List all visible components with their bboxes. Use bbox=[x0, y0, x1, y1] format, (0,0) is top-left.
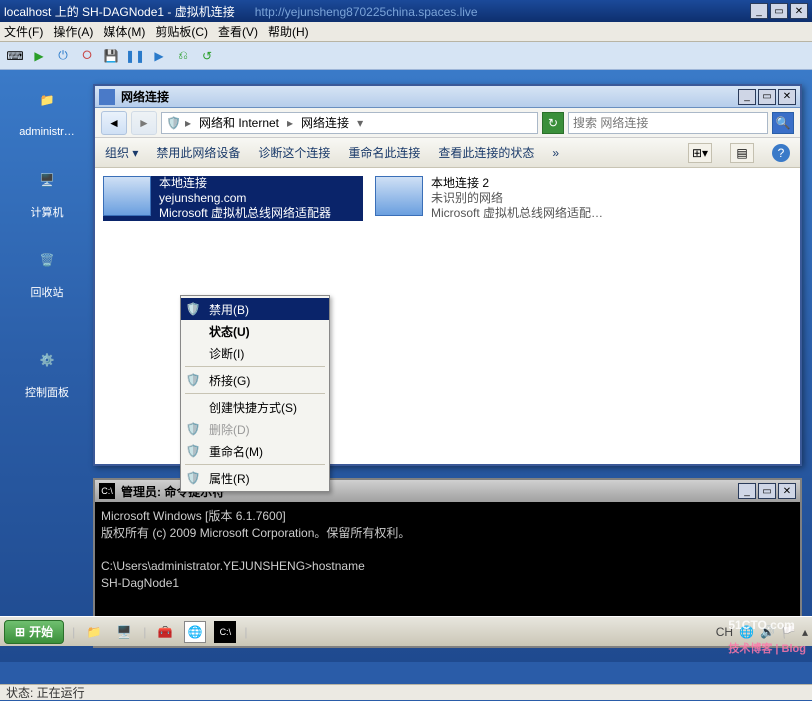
search-input[interactable]: 搜索 网络连接 bbox=[568, 112, 768, 134]
ctrl-alt-del-icon[interactable]: ⌨ bbox=[6, 47, 24, 65]
save-icon[interactable]: 💾 bbox=[102, 47, 120, 65]
vm-window-titlebar: localhost 上的 SH-DAGNode1 - 虚拟机连接 http://… bbox=[0, 0, 812, 22]
desktop-icon-controlpanel[interactable]: ⚙️ 控制面板 bbox=[12, 340, 82, 400]
netwin-minimize-button[interactable]: _ bbox=[738, 89, 756, 105]
task-cmd[interactable]: C:\ bbox=[214, 621, 236, 643]
vm-menubar: 文件(F) 操作(A) 媒体(M) 剪贴板(C) 查看(V) 帮助(H) bbox=[0, 22, 812, 42]
menu-media[interactable]: 媒体(M) bbox=[103, 23, 145, 40]
shield-icon: 🛡️ bbox=[185, 372, 201, 388]
cmdwin-maximize-button[interactable]: ▭ bbox=[758, 483, 776, 499]
reset-icon[interactable]: ▶ bbox=[150, 47, 168, 65]
menu-action[interactable]: 操作(A) bbox=[53, 23, 93, 40]
vm-statusbar: 状态: 正在运行 bbox=[0, 684, 812, 700]
ctx-properties[interactable]: 🛡️ 属性(R) bbox=[181, 467, 329, 489]
ctx-delete: 🛡️ 删除(D) bbox=[181, 418, 329, 440]
more-cmd[interactable]: » bbox=[552, 146, 559, 160]
menu-view[interactable]: 查看(V) bbox=[218, 23, 258, 40]
controlpanel-icon: ⚙️ bbox=[27, 340, 67, 380]
conn2-adapter: Microsoft 虚拟机总线网络适配… bbox=[431, 206, 603, 221]
desktop-icon-admin[interactable]: 📁 administr… bbox=[12, 80, 82, 138]
disable-device-cmd[interactable]: 禁用此网络设备 bbox=[156, 144, 240, 161]
ctx-bridge[interactable]: 🛡️ 桥接(G) bbox=[181, 369, 329, 391]
start-button[interactable]: ⊞ 开始 bbox=[4, 620, 64, 644]
ctx-status[interactable]: 状态(U) bbox=[181, 320, 329, 342]
watermark-url: http://yejunsheng870225china.spaces.live bbox=[255, 5, 478, 19]
address-bar: ◄ ► 🛡️ ▸ 网络和 Internet ▸ 网络连接 ▾ ↻ 搜索 网络连接… bbox=[95, 108, 800, 138]
organize-menu[interactable]: 组织 ▾ bbox=[105, 144, 138, 161]
ctx-shortcut[interactable]: 创建快捷方式(S) bbox=[181, 396, 329, 418]
cmd-icon: C:\ bbox=[99, 483, 115, 499]
guest-desktop: 📁 administr… 🖥️ 计算机 🗑️ 回收站 ⚙️ 控制面板 网络连接 … bbox=[0, 70, 812, 662]
ql-explorer[interactable]: 📁 bbox=[83, 621, 105, 643]
back-button[interactable]: ◄ bbox=[101, 111, 127, 135]
breadcrumb-leaf[interactable]: 网络连接 bbox=[297, 114, 353, 131]
command-bar: 组织 ▾ 禁用此网络设备 诊断这个连接 重命名此连接 查看此连接的状态 » ⊞▾… bbox=[95, 138, 800, 168]
watermark: 51CTO.com 技术博客 | Blog bbox=[728, 612, 806, 658]
menu-clipboard[interactable]: 剪贴板(C) bbox=[155, 23, 208, 40]
search-button[interactable]: 🔍 bbox=[772, 112, 794, 134]
conn1-adapter: Microsoft 虚拟机总线网络适配器 bbox=[159, 206, 331, 221]
help-icon[interactable]: ? bbox=[772, 144, 790, 162]
conn2-status: 未识别的网络 bbox=[431, 191, 603, 206]
connection-item-local1[interactable]: 本地连接 yejunsheng.com Microsoft 虚拟机总线网络适配器 bbox=[103, 176, 363, 221]
start-icon[interactable]: ▶ bbox=[30, 47, 48, 65]
shield-icon: 🛡️ bbox=[185, 470, 201, 486]
maximize-button[interactable]: ▭ bbox=[770, 3, 788, 19]
refresh-button[interactable]: ↻ bbox=[542, 112, 564, 134]
trash-icon: 🗑️ bbox=[27, 240, 67, 280]
connection-item-local2[interactable]: 本地连接 2 未识别的网络 Microsoft 虚拟机总线网络适配… bbox=[375, 176, 635, 221]
breadcrumb-root[interactable]: 网络和 Internet bbox=[195, 114, 283, 131]
snapshot-icon[interactable]: ⎌ bbox=[174, 47, 192, 65]
forward-button[interactable]: ► bbox=[131, 111, 157, 135]
ql-desktop[interactable]: 🖥️ bbox=[113, 621, 135, 643]
vm-toolbar: ⌨ ▶ ⏻ ⭘ 💾 ❚❚ ▶ ⎌ ↺ bbox=[0, 42, 812, 70]
ctx-rename[interactable]: 🛡️ 重命名(M) bbox=[181, 440, 329, 462]
desktop-icon-computer[interactable]: 🖥️ 计算机 bbox=[12, 160, 82, 220]
nic-icon bbox=[375, 176, 423, 216]
turnoff-icon[interactable]: ⏻ bbox=[54, 47, 72, 65]
nic-icon bbox=[103, 176, 151, 216]
conn2-name: 本地连接 2 bbox=[431, 176, 603, 191]
task-server-manager[interactable]: 🧰 bbox=[154, 621, 176, 643]
breadcrumb[interactable]: 🛡️ ▸ 网络和 Internet ▸ 网络连接 ▾ bbox=[161, 112, 538, 134]
networking-icon bbox=[99, 89, 115, 105]
conn1-domain: yejunsheng.com bbox=[159, 191, 331, 206]
connection-context-menu: 🛡️ 禁用(B) 状态(U) 诊断(I) 🛡️ 桥接(G) 创建快捷方式(S) … bbox=[180, 295, 330, 492]
conn1-name: 本地连接 bbox=[159, 176, 331, 191]
ctx-diagnose[interactable]: 诊断(I) bbox=[181, 342, 329, 364]
shield-icon: 🛡️ bbox=[185, 443, 201, 459]
cmdwin-minimize-button[interactable]: _ bbox=[738, 483, 756, 499]
taskbar: ⊞ 开始 | 📁 🖥️ | 🧰 🌐 C:\ | CH 🌐 🔊 🏳️ ▴ bbox=[0, 616, 812, 646]
desktop-icon-recycle[interactable]: 🗑️ 回收站 bbox=[12, 240, 82, 300]
ctx-disable[interactable]: 🛡️ 禁用(B) bbox=[181, 298, 329, 320]
preview-pane-button[interactable]: ▤ bbox=[730, 143, 754, 163]
shutdown-icon[interactable]: ⭘ bbox=[78, 47, 96, 65]
menu-file[interactable]: 文件(F) bbox=[4, 23, 43, 40]
menu-help[interactable]: 帮助(H) bbox=[268, 23, 309, 40]
rename-cmd[interactable]: 重命名此连接 bbox=[348, 144, 420, 161]
vm-title: localhost 上的 SH-DAGNode1 - 虚拟机连接 bbox=[4, 5, 235, 19]
task-network[interactable]: 🌐 bbox=[184, 621, 206, 643]
close-button[interactable]: ✕ bbox=[790, 3, 808, 19]
view-dropdown[interactable]: ⊞▾ bbox=[688, 143, 712, 163]
controlpanel-crumb-icon: 🛡️ bbox=[166, 116, 181, 130]
diagnose-cmd[interactable]: 诊断这个连接 bbox=[258, 144, 330, 161]
pause-icon[interactable]: ❚❚ bbox=[126, 47, 144, 65]
netwin-titlebar[interactable]: 网络连接 _ ▭ ✕ bbox=[95, 86, 800, 108]
shield-icon: 🛡️ bbox=[185, 301, 201, 317]
computer-icon: 🖥️ bbox=[27, 160, 67, 200]
netwin-maximize-button[interactable]: ▭ bbox=[758, 89, 776, 105]
netwin-close-button[interactable]: ✕ bbox=[778, 89, 796, 105]
shield-icon: 🛡️ bbox=[185, 421, 201, 437]
view-status-cmd[interactable]: 查看此连接的状态 bbox=[438, 144, 534, 161]
terminal-output[interactable]: Microsoft Windows [版本 6.1.7600] 版权所有 (c)… bbox=[95, 502, 800, 598]
minimize-button[interactable]: _ bbox=[750, 3, 768, 19]
folder-icon: 📁 bbox=[27, 80, 67, 120]
cmdwin-close-button[interactable]: ✕ bbox=[778, 483, 796, 499]
revert-icon[interactable]: ↺ bbox=[198, 47, 216, 65]
windows-logo-icon: ⊞ bbox=[15, 625, 25, 639]
